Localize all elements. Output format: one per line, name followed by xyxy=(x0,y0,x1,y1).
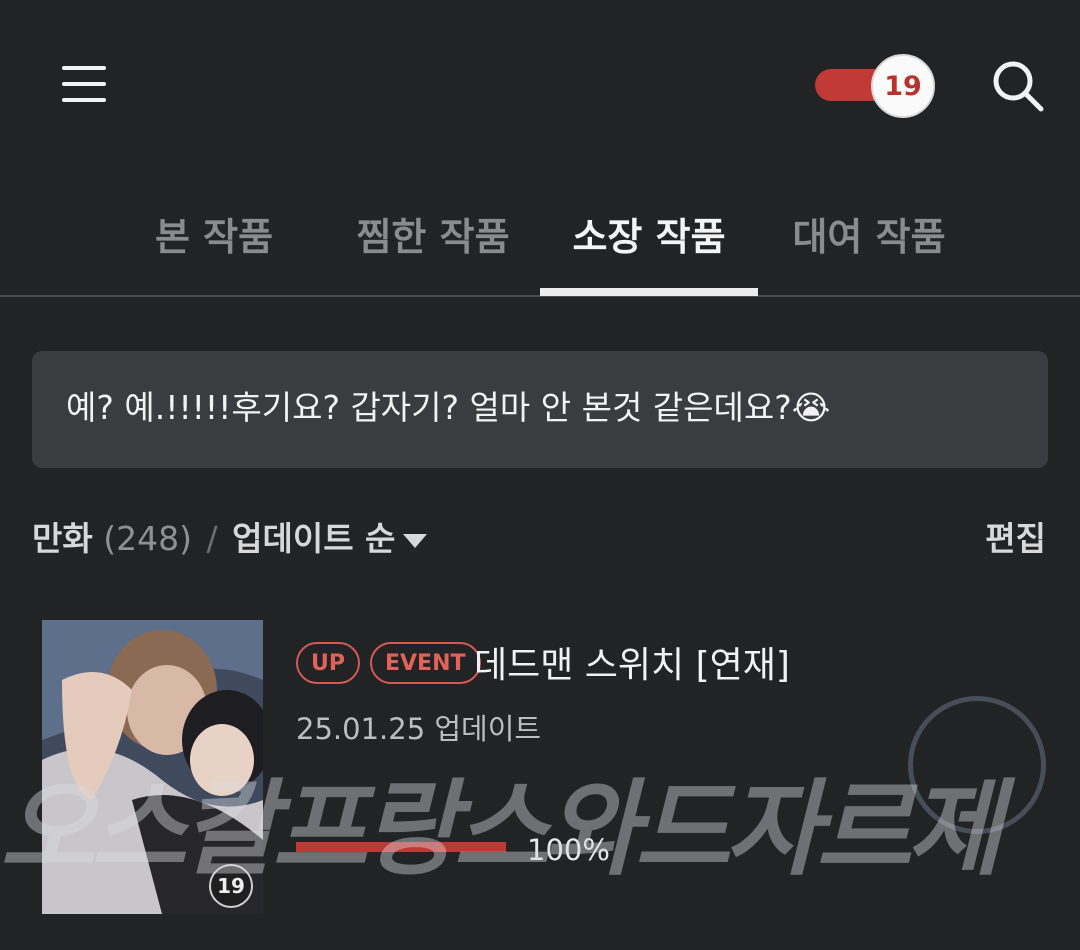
caret-down-icon xyxy=(403,533,428,548)
search-icon[interactable] xyxy=(990,58,1046,114)
list-item[interactable]: 19 UP EVENT 데드맨 스위치 [연재] 25.01.25 업데이트 1… xyxy=(42,620,1042,916)
hamburger-menu-icon[interactable] xyxy=(62,66,106,102)
tab-rented[interactable]: 대여 작품 xyxy=(786,206,952,266)
list-header: 만화 (248) / 업데이트 순 편집 xyxy=(32,512,1048,562)
cover-thumbnail[interactable]: 19 xyxy=(42,620,263,914)
active-tab-indicator xyxy=(540,288,758,296)
age-rating-badge: 19 xyxy=(209,864,253,908)
item-badges: UP EVENT xyxy=(296,642,481,684)
item-count: (248) xyxy=(103,519,192,558)
adult-content-toggle[interactable]: 19 xyxy=(815,54,935,118)
read-progress-bar xyxy=(296,842,506,852)
toggle-knob-label: 19 xyxy=(871,54,935,118)
category-label: 만화 xyxy=(32,519,93,558)
edit-button[interactable]: 편집 xyxy=(985,512,1046,560)
item-title: 데드맨 스위치 [연재] xyxy=(474,645,790,686)
header-separator: / xyxy=(206,519,218,558)
tab-owned[interactable]: 소장 작품 xyxy=(566,206,732,266)
event-badge: EVENT xyxy=(370,642,481,684)
update-date: 25.01.25 업데이트 xyxy=(296,712,542,746)
read-progress-fill xyxy=(296,842,506,852)
read-progress-label: 100% xyxy=(527,833,610,867)
sort-dropdown[interactable]: 업데이트 순 xyxy=(232,519,428,558)
tab-viewed[interactable]: 본 작품 xyxy=(150,206,278,266)
tab-wishlist[interactable]: 찜한 작품 xyxy=(350,206,516,266)
notice-banner[interactable]: 예? 예.!!!!!후기요? 갑자기? 얼마 안 본것 같은데요?😭 xyxy=(32,351,1048,468)
sort-label: 업데이트 순 xyxy=(232,519,396,558)
up-badge: UP xyxy=(296,642,360,684)
library-tabs: 본 작품 찜한 작품 소장 작품 대여 작품 xyxy=(0,190,1080,298)
